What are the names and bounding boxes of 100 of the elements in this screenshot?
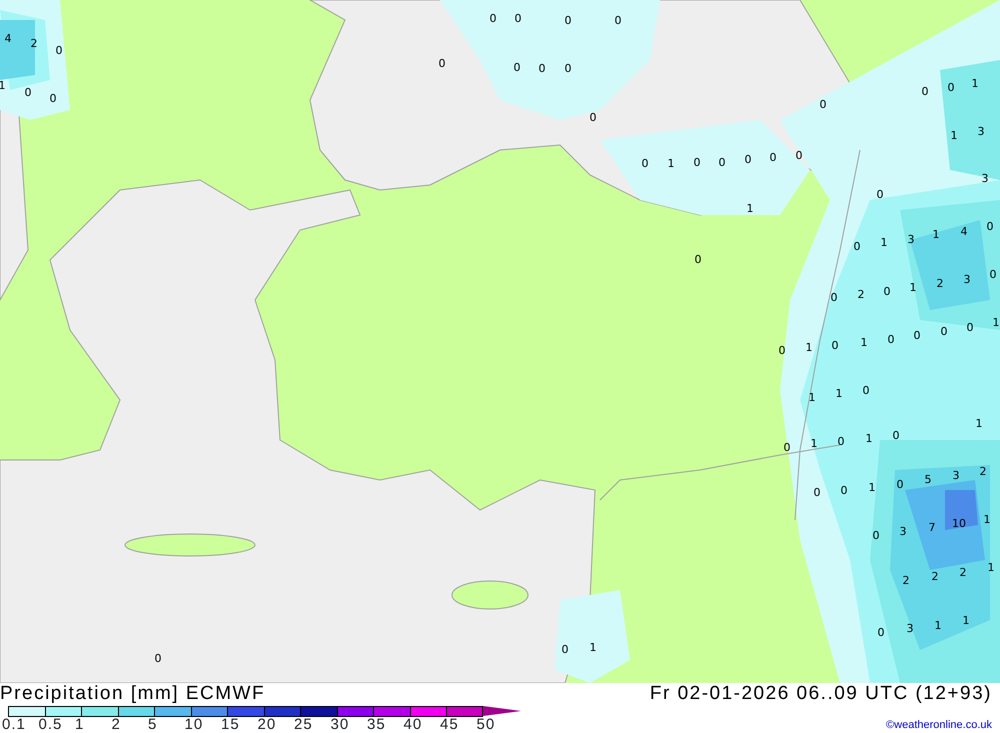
precipitation-value: 1 bbox=[910, 281, 916, 294]
precipitation-value: 0 bbox=[56, 44, 62, 57]
precipitation-value: 1 bbox=[590, 641, 596, 654]
precipitation-value: 0 bbox=[694, 156, 700, 169]
precipitation-value: 0 bbox=[590, 111, 596, 124]
scale-label: 25 bbox=[294, 717, 314, 732]
precipitation-value: 1 bbox=[860, 336, 868, 349]
precipitation-value: 0 bbox=[514, 12, 522, 25]
precipitation-value: 1 bbox=[810, 437, 818, 450]
precipitation-value: 0 bbox=[840, 484, 848, 497]
precipitation-value: 0 bbox=[986, 220, 994, 233]
precipitation-value: 4 bbox=[4, 32, 12, 45]
scale-label: 2 bbox=[112, 717, 122, 732]
precipitation-value: 0 bbox=[862, 384, 870, 397]
precipitation-value: 0 bbox=[24, 86, 32, 99]
precipitation-value: 3 bbox=[982, 172, 988, 185]
precipitation-value: 2 bbox=[902, 574, 910, 587]
precipitation-value: 1 bbox=[976, 417, 982, 430]
precipitation-value: 1 bbox=[880, 236, 888, 249]
precipitation-value: 0 bbox=[564, 14, 572, 27]
scale-label: 50 bbox=[476, 717, 496, 732]
precipitation-value: 0 bbox=[830, 291, 838, 304]
precipitation-value: 1 bbox=[984, 513, 990, 526]
precipitation-area bbox=[0, 20, 35, 80]
precipitation-value: 3 bbox=[900, 525, 906, 538]
precipitation-value: 0 bbox=[814, 486, 820, 499]
precipitation-value: 0 bbox=[878, 626, 884, 639]
precipitation-value: 0 bbox=[514, 61, 520, 74]
precipitation-value: 0 bbox=[838, 435, 844, 448]
precipitation-value: 1 bbox=[808, 391, 816, 404]
precipitation-value: 0 bbox=[564, 62, 572, 75]
scale-label: 15 bbox=[221, 717, 241, 732]
precipitation-value: 1 bbox=[746, 202, 754, 215]
precipitation-value: 0 bbox=[694, 253, 702, 266]
scale-label: 20 bbox=[258, 717, 278, 732]
precipitation-value: 3 bbox=[906, 622, 914, 635]
precipitation-value: 5 bbox=[924, 473, 932, 486]
precipitation-value: 0 bbox=[914, 329, 920, 342]
precipitation-value: 0 bbox=[642, 157, 648, 170]
precipitation-value: 1 bbox=[934, 619, 942, 632]
precipitation-value: 2 bbox=[960, 566, 966, 579]
precipitation-value: 2 bbox=[980, 465, 986, 478]
precipitation-value: 0 bbox=[892, 429, 900, 442]
precipitation-value: 2 bbox=[858, 288, 864, 301]
chart-title: Precipitation [mm] ECMWF bbox=[0, 683, 266, 705]
scale-label: 0.1 bbox=[2, 717, 27, 732]
precipitation-value: 0 bbox=[876, 188, 884, 201]
precipitation-value: 0 bbox=[820, 98, 826, 111]
scale-label: 1 bbox=[75, 717, 86, 732]
precipitation-value: 7 bbox=[928, 521, 936, 534]
scale-label: 40 bbox=[404, 717, 424, 732]
precipitation-value: 0 bbox=[50, 92, 56, 105]
precipitation-value: 0 bbox=[538, 62, 546, 75]
precipitation-value: 1 bbox=[932, 228, 940, 241]
precipitation-value: 0 bbox=[888, 333, 894, 346]
credit-link[interactable]: ©weatheronline.co.uk bbox=[886, 716, 992, 733]
precipitation-value: 0 bbox=[896, 478, 904, 491]
scale-label: 0.5 bbox=[38, 717, 64, 732]
precipitation-value: 1 bbox=[988, 561, 994, 574]
scale-label: 5 bbox=[148, 717, 158, 732]
precipitation-value: 0 bbox=[718, 156, 726, 169]
scale-label: 10 bbox=[184, 717, 204, 732]
precipitation-value: 1 bbox=[992, 316, 1000, 329]
precipitation-value: 0 bbox=[922, 85, 928, 98]
valid-time-label: Fr 02-01-2026 06..09 UTC (12+93) bbox=[650, 683, 992, 705]
precipitation-value: 0 bbox=[770, 151, 776, 164]
precipitation-value: 0 bbox=[744, 153, 752, 166]
precipitation-value: 0 bbox=[832, 339, 838, 352]
scale-label: 35 bbox=[367, 717, 387, 732]
precipitation-value: 1 bbox=[806, 341, 812, 354]
precipitation-value: 0 bbox=[438, 57, 446, 70]
precipitation-value: 0 bbox=[948, 81, 954, 94]
precipitation-value: 2 bbox=[936, 277, 944, 290]
precipitation-value: 1 bbox=[836, 387, 842, 400]
precipitation-value: 0 bbox=[872, 529, 880, 542]
precipitation-value: 1 bbox=[868, 481, 876, 494]
scale-label: 30 bbox=[330, 717, 350, 732]
precipitation-value: 3 bbox=[978, 125, 984, 138]
precipitation-value: 3 bbox=[964, 273, 970, 286]
precipitation-area bbox=[945, 490, 978, 530]
precipitation-value: 2 bbox=[30, 37, 38, 50]
precipitation-value: 0 bbox=[490, 12, 496, 25]
precipitation-value: 1 bbox=[972, 77, 978, 90]
precipitation-value: 0 bbox=[784, 441, 790, 454]
precipitation-value: 4 bbox=[960, 225, 968, 238]
precipitation-value: 1 bbox=[866, 432, 872, 445]
precipitation-value: 0 bbox=[614, 14, 622, 27]
precipitation-value: 0 bbox=[778, 344, 786, 357]
precipitation-value: 1 bbox=[0, 79, 6, 92]
precipitation-value: 0 bbox=[966, 321, 974, 334]
precipitation-value: 1 bbox=[668, 157, 674, 170]
precipitation-value: 2 bbox=[932, 570, 938, 583]
precipitation-value: 0 bbox=[796, 149, 802, 162]
precipitation-value: 0 bbox=[940, 325, 948, 338]
precipitation-value: 1 bbox=[962, 614, 970, 627]
scale-label: 45 bbox=[440, 717, 460, 732]
precipitation-value: 0 bbox=[562, 643, 568, 656]
precipitation-value: 1 bbox=[950, 129, 958, 142]
precipitation-value: 10 bbox=[952, 517, 966, 530]
precipitation-value: 3 bbox=[908, 233, 914, 246]
